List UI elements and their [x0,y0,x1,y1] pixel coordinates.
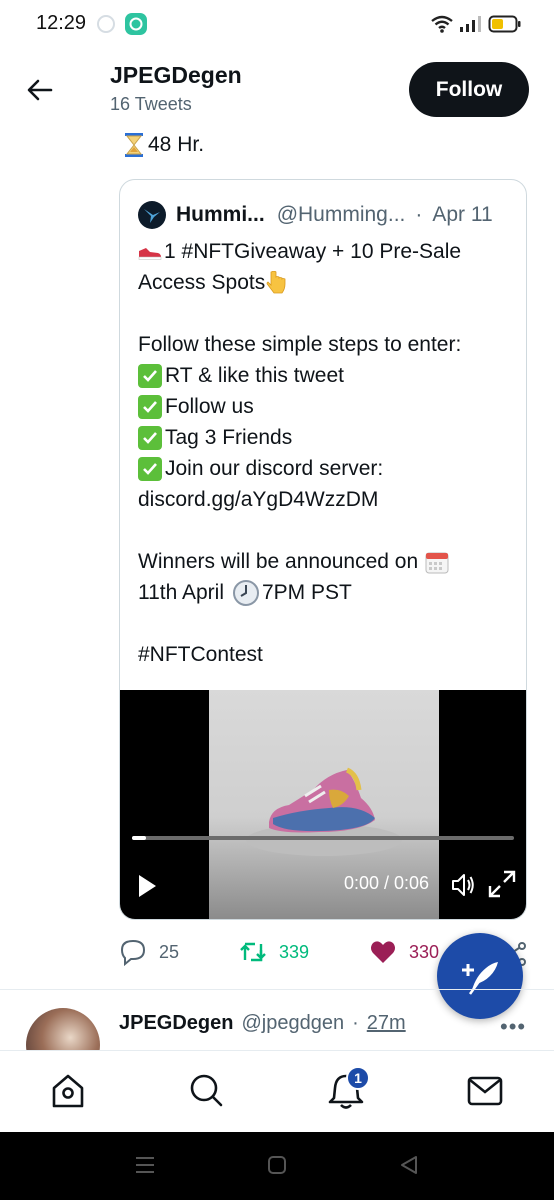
signal-icon [460,16,481,32]
tweet-time[interactable]: 27m [367,1012,406,1035]
retweet-icon[interactable] [239,938,267,966]
body-line: Join our discord server: [138,453,518,484]
compose-feather-icon [462,962,498,995]
like-action[interactable]: 330 [369,938,439,966]
reply-icon[interactable] [119,938,147,966]
quoted-author-name[interactable]: Hummi... [176,203,265,227]
heart-icon[interactable] [369,938,397,966]
body-line: Follow us [138,391,518,422]
home-icon[interactable] [50,1072,86,1110]
quoted-tweet-body: 1 #NFTGiveaway + 10 Pre-Sale Access Spot… [138,236,518,670]
clock-emoji-icon [233,579,259,606]
video-time: 0:00 / 0:06 [344,873,430,893]
like-count: 330 [409,941,440,962]
body-line: Winners will be announced on [138,546,518,577]
volume-icon[interactable] [450,872,476,898]
body-line: Access Spots [138,267,518,298]
check-mark-icon [138,425,162,450]
hashtag-link[interactable]: #NFTContest [138,639,518,670]
author-handle: @jpegdgen [241,1012,345,1034]
check-mark-icon [138,456,162,481]
more-options-icon[interactable]: ••• [500,1014,526,1040]
back-arrow-icon[interactable] [26,76,54,104]
hourglass-icon [125,133,143,157]
notification-badge: 1 [346,1066,370,1090]
check-mark-icon [138,394,162,419]
next-tweet-header: JPEGDegen @jpegdgen · 27m [119,1012,406,1035]
sneaker-emoji-icon [138,247,162,260]
notification-app-icon [125,13,147,35]
home-button-icon[interactable] [266,1154,288,1176]
video-progress-track[interactable] [132,836,514,840]
divider [0,989,554,990]
battery-icon [488,15,521,33]
hummingbird-logo-icon [144,209,160,223]
profile-title: JPEGDegen [110,62,242,88]
body-line: RT & like this tweet [138,360,518,391]
body-line: 11th April 7PM PST [138,577,518,608]
recent-apps-icon[interactable] [134,1154,156,1176]
retweet-count: 339 [279,941,310,962]
quoted-author-handle: @Humming... [276,203,406,226]
hummingbird-avatar[interactable] [138,201,166,229]
reply-count: 25 [159,941,180,962]
discord-link[interactable]: discord.gg/aYgD4WzzDM [138,484,518,515]
body-line: Follow these simple steps to enter: [138,333,462,356]
compose-tweet-button[interactable] [437,933,523,1019]
timer-text: 48 Hr. [148,133,205,156]
retweet-action[interactable]: 339 [239,938,309,966]
tweet-text: 48 Hr. [124,132,204,158]
system-nav-bar [0,1132,554,1200]
quoted-tweet-card[interactable]: Hummi... @Humming... · Apr 11 1 #NFTGive… [119,179,527,920]
fullscreen-icon[interactable] [486,868,518,900]
wifi-icon [431,15,453,33]
check-mark-icon [138,363,162,388]
messages-icon[interactable] [467,1072,503,1110]
separator-dot: · [352,1012,359,1034]
quoted-date: Apr 11 [432,203,493,226]
status-time: 12:29 [36,12,87,34]
body-line: Tag 3 Friends [138,422,518,453]
status-bar: 12:29 [0,0,554,48]
notification-dot-icon [97,15,115,33]
video-progress-fill [132,836,146,840]
video-player[interactable]: 0:00 / 0:06 [120,690,526,919]
follow-button[interactable]: Follow [409,62,529,117]
reply-action[interactable]: 25 [119,938,179,966]
search-icon[interactable] [188,1072,224,1110]
separator-dot: · [415,203,423,226]
body-line: 1 #NFTGiveaway + 10 Pre-Sale [138,236,518,267]
quoted-tweet-header: Hummi... @Humming... · Apr 11 [138,200,516,230]
play-icon[interactable] [136,873,158,899]
back-button-icon[interactable] [398,1154,420,1176]
author-name[interactable]: JPEGDegen [119,1012,233,1035]
pointing-down-emoji-icon [266,270,286,293]
calendar-emoji-icon [425,552,449,573]
tweet-count: 16 Tweets [110,94,192,114]
